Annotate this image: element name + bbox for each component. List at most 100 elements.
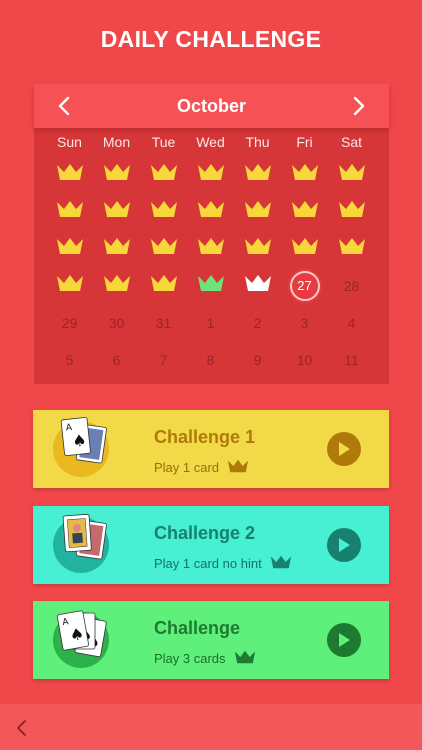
next-month-button[interactable] <box>345 93 371 119</box>
calendar-day[interactable]: 11 <box>328 341 375 378</box>
calendar-day-today[interactable]: 27 <box>281 267 328 304</box>
challenge-subtitle-row: Play 1 card <box>154 459 249 476</box>
challenge-card[interactable]: A♠A♠A♠ Challenge Play 3 cards <box>33 601 389 679</box>
page-title: DAILY CHALLENGE <box>100 26 322 52</box>
calendar-day-completed[interactable] <box>140 156 187 193</box>
bottom-bar <box>0 704 422 750</box>
calendar-day[interactable]: 2 <box>234 304 281 341</box>
calendar-day[interactable]: 7 <box>140 341 187 378</box>
calendar-day-completed[interactable] <box>46 193 93 230</box>
calendar-day-completed[interactable] <box>140 230 187 267</box>
challenge-card[interactable]: Challenge 2 Play 1 card no hint <box>33 506 389 584</box>
calendar-day-completed[interactable] <box>46 156 93 193</box>
calendar-day-completed[interactable] <box>281 156 328 193</box>
day-number: 5 <box>65 351 74 368</box>
calendar-day[interactable]: 5 <box>46 341 93 378</box>
crown-icon <box>103 274 131 297</box>
crown-icon <box>150 274 178 297</box>
play-icon <box>339 442 350 456</box>
challenge-subtitle: Play 1 card <box>154 460 220 475</box>
calendar-day[interactable]: 31 <box>140 304 187 341</box>
calendar-day-completed[interactable] <box>187 156 234 193</box>
playing-cards-icon: A ♠ <box>51 416 121 481</box>
calendar-day[interactable]: 6 <box>93 341 140 378</box>
crown-icon <box>291 200 319 223</box>
chevron-left-icon <box>58 96 70 116</box>
calendar-day-completed[interactable] <box>187 193 234 230</box>
crown-icon <box>150 163 178 186</box>
calendar-day-completed[interactable] <box>93 230 140 267</box>
calendar-day[interactable]: 3 <box>281 304 328 341</box>
calendar-day-completed[interactable] <box>328 156 375 193</box>
calendar-day[interactable]: 28 <box>328 267 375 304</box>
calendar: October Sun Mon Tue Wed Thu Fri Sat 27 28… <box>34 84 389 384</box>
day-number: 10 <box>296 351 313 368</box>
crown-icon <box>270 555 292 572</box>
calendar-day-completed[interactable] <box>234 156 281 193</box>
crown-icon <box>197 274 225 297</box>
weekday-label: Tue <box>151 134 176 150</box>
challenge-title: Challenge 1 <box>154 427 256 447</box>
crown-icon <box>56 200 84 223</box>
day-number: 4 <box>347 314 356 331</box>
crown-icon <box>244 163 272 186</box>
previous-month-button[interactable] <box>52 93 78 119</box>
challenge-subtitle: Play 3 cards <box>154 651 226 666</box>
calendar-day-completed[interactable] <box>93 193 140 230</box>
day-number: 28 <box>343 277 360 294</box>
play-button[interactable] <box>327 623 361 657</box>
play-button[interactable] <box>327 432 361 466</box>
calendar-day-completed[interactable] <box>281 230 328 267</box>
crown-icon <box>56 274 84 297</box>
calendar-day-completed[interactable] <box>234 267 281 304</box>
calendar-day-completed[interactable] <box>140 267 187 304</box>
calendar-day[interactable]: 30 <box>93 304 140 341</box>
crown-icon <box>227 459 249 476</box>
calendar-day-completed[interactable] <box>93 267 140 304</box>
calendar-day-completed[interactable] <box>328 193 375 230</box>
calendar-day[interactable]: 10 <box>281 341 328 378</box>
calendar-day-completed[interactable] <box>281 193 328 230</box>
crown-icon <box>103 237 131 260</box>
crown-icon <box>291 163 319 186</box>
calendar-day[interactable]: 1 <box>187 304 234 341</box>
day-number: 29 <box>61 314 78 331</box>
calendar-day-completed[interactable] <box>234 193 281 230</box>
chevron-right-icon <box>353 96 365 116</box>
crown-icon <box>234 650 256 667</box>
weekday-label: Fri <box>296 134 313 150</box>
calendar-day-completed[interactable] <box>187 267 234 304</box>
calendar-day[interactable]: 8 <box>187 341 234 378</box>
day-number: 9 <box>253 351 262 368</box>
day-number: 7 <box>159 351 168 368</box>
calendar-day[interactable]: 9 <box>234 341 281 378</box>
challenge-title: Challenge 2 <box>154 523 256 543</box>
calendar-header: October <box>34 84 389 128</box>
play-button[interactable] <box>327 528 361 562</box>
calendar-day-completed[interactable] <box>187 230 234 267</box>
calendar-day-completed[interactable] <box>46 267 93 304</box>
calendar-day-completed[interactable] <box>93 156 140 193</box>
svg-text:♠: ♠ <box>71 430 87 450</box>
weekday-label: Wed <box>196 134 225 150</box>
calendar-day-completed[interactable] <box>234 230 281 267</box>
challenge-card[interactable]: A ♠ Challenge 1 Play 1 card <box>33 410 389 488</box>
calendar-day-completed[interactable] <box>328 230 375 267</box>
day-number: 1 <box>206 314 215 331</box>
calendar-day[interactable]: 4 <box>328 304 375 341</box>
weekday-label: Thu <box>245 134 270 150</box>
day-number: 8 <box>206 351 215 368</box>
crown-icon <box>338 237 366 260</box>
crown-icon <box>56 237 84 260</box>
month-label: October <box>176 95 246 116</box>
calendar-day-completed[interactable] <box>46 230 93 267</box>
calendar-day[interactable]: 29 <box>46 304 93 341</box>
back-button[interactable] <box>10 716 34 740</box>
day-number: 30 <box>108 314 125 331</box>
calendar-grid: Sun Mon Tue Wed Thu Fri Sat 27 28 29 30 31 1 2… <box>34 128 389 378</box>
chevron-left-icon <box>17 720 26 736</box>
playing-cards-icon <box>51 512 121 577</box>
day-number: 6 <box>112 351 121 368</box>
calendar-day-completed[interactable] <box>140 193 187 230</box>
challenge-title: Challenge <box>154 618 241 638</box>
